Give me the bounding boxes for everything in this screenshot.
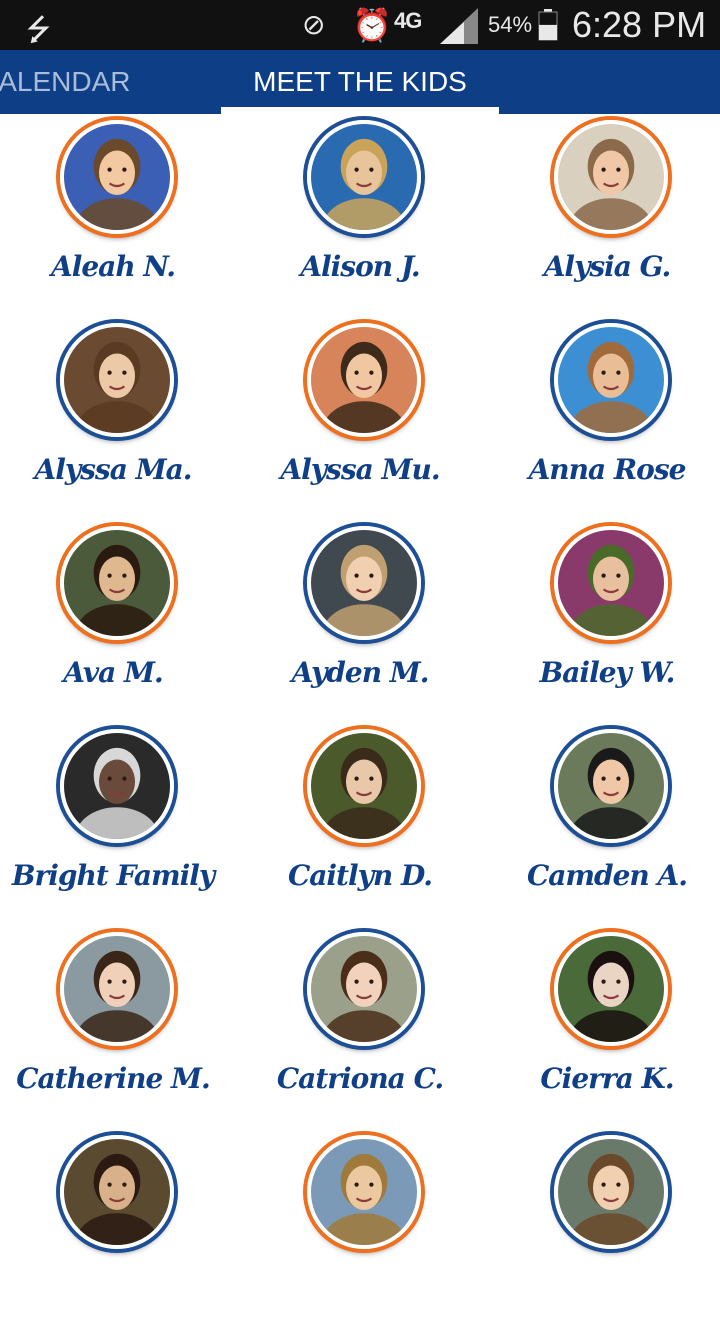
- kid-photo[interactable]: [554, 1135, 668, 1249]
- kid-photo[interactable]: [60, 932, 174, 1046]
- kid-name[interactable]: Bailey W.: [494, 656, 720, 689]
- tab-bar: CALENDAR MEET THE KIDS: [0, 50, 720, 114]
- kid-name[interactable]: Alyssa Mu.: [247, 453, 473, 486]
- kid-card[interactable]: Caitlyn D.: [247, 723, 487, 926]
- kid-card[interactable]: [494, 1129, 720, 1332]
- alarm-icon: ⏰: [352, 6, 392, 44]
- kid-photo[interactable]: [554, 120, 668, 234]
- kid-card[interactable]: Camden A.: [494, 723, 720, 926]
- kid-name[interactable]: Alison J.: [247, 250, 473, 283]
- kid-name[interactable]: Caitlyn D.: [247, 859, 473, 892]
- kid-photo[interactable]: [307, 323, 421, 437]
- kid-card[interactable]: Bailey W.: [494, 520, 720, 723]
- kid-card[interactable]: Alysia G.: [494, 114, 720, 317]
- kid-name[interactable]: Catriona C.: [247, 1062, 473, 1095]
- clock: 6:28 PM: [572, 4, 707, 45]
- kid-name[interactable]: Ava M.: [0, 656, 226, 689]
- kid-card[interactable]: Alyssa Ma.: [0, 317, 240, 520]
- kid-name[interactable]: Cierra K.: [494, 1062, 720, 1095]
- kid-photo[interactable]: [60, 729, 174, 843]
- battery-percent: 54%: [488, 12, 533, 37]
- vibrate-off-icon: ⊘: [302, 8, 326, 41]
- kid-photo[interactable]: [307, 120, 421, 234]
- kid-name[interactable]: Alyssa Ma.: [0, 453, 226, 486]
- kid-card[interactable]: Ayden M.: [247, 520, 487, 723]
- kid-card[interactable]: Aleah N.: [0, 114, 240, 317]
- kid-name[interactable]: Camden A.: [494, 859, 720, 892]
- kid-photo[interactable]: [60, 526, 174, 640]
- kid-photo[interactable]: [307, 526, 421, 640]
- kid-card[interactable]: Cierra K.: [494, 926, 720, 1129]
- kid-photo[interactable]: [554, 729, 668, 843]
- kid-card[interactable]: Alison J.: [247, 114, 487, 317]
- kid-photo[interactable]: [554, 932, 668, 1046]
- kid-name[interactable]: Anna Rose: [494, 453, 720, 486]
- tab-calendar[interactable]: CALENDAR: [0, 50, 130, 114]
- kid-card[interactable]: [247, 1129, 487, 1332]
- kid-card[interactable]: Anna Rose: [494, 317, 720, 520]
- kid-photo[interactable]: [60, 323, 174, 437]
- kid-card[interactable]: Bright Family: [0, 723, 240, 926]
- kid-photo[interactable]: [60, 1135, 174, 1249]
- kid-photo[interactable]: [307, 729, 421, 843]
- kid-card[interactable]: [0, 1129, 240, 1332]
- kid-photo[interactable]: [307, 932, 421, 1046]
- signal-icon: [440, 8, 478, 44]
- network-type: 4G: [394, 8, 422, 33]
- kid-name[interactable]: Ayden M.: [247, 656, 473, 689]
- battery-icon: [538, 9, 558, 41]
- kid-photo[interactable]: [307, 1135, 421, 1249]
- kid-card[interactable]: Catriona C.: [247, 926, 487, 1129]
- status-bar: ⭍ ⊘ ⏰ 4G 54% 6:28 PM: [0, 0, 720, 50]
- selected-tab-indicator: [221, 107, 499, 114]
- kid-name[interactable]: Aleah N.: [0, 250, 226, 283]
- kid-photo[interactable]: [60, 120, 174, 234]
- tab-meet-the-kids[interactable]: MEET THE KIDS: [221, 50, 499, 114]
- kid-name[interactable]: Bright Family: [0, 859, 226, 892]
- kid-card[interactable]: Alyssa Mu.: [247, 317, 487, 520]
- kid-card[interactable]: Ava M.: [0, 520, 240, 723]
- kid-name[interactable]: Catherine M.: [0, 1062, 226, 1095]
- kid-photo[interactable]: [554, 526, 668, 640]
- kid-card[interactable]: Catherine M.: [0, 926, 240, 1129]
- kid-name[interactable]: Alysia G.: [494, 250, 720, 283]
- kid-photo[interactable]: [554, 323, 668, 437]
